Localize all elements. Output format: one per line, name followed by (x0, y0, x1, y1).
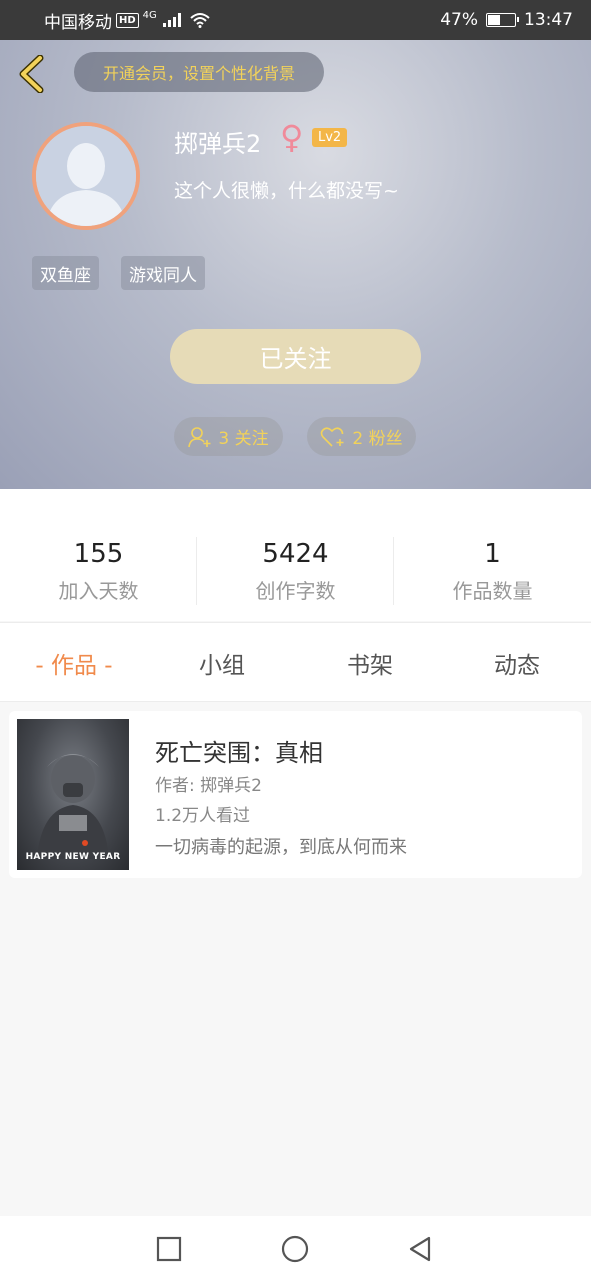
system-back-button[interactable] (405, 1234, 435, 1264)
work-views: 1.2万人看过 (155, 806, 251, 826)
stat-value: 1 (484, 539, 501, 569)
stat-value: 155 (73, 539, 124, 569)
following-count-label: 3 关注 (218, 429, 269, 449)
system-nav-bar (0, 1216, 591, 1280)
square-icon (156, 1236, 182, 1262)
username: 掷弹兵2 (174, 130, 262, 158)
tag-zodiac[interactable]: 双鱼座 (32, 256, 99, 290)
vip-background-button[interactable]: 开通会员，设置个性化背景 (74, 52, 324, 92)
stat-works-count: 1 作品数量 (394, 539, 591, 604)
chevron-left-icon (19, 55, 44, 93)
followed-button[interactable]: 已关注 (170, 329, 421, 384)
home-button[interactable] (280, 1234, 310, 1264)
level-badge: Lv2 (312, 128, 348, 147)
signal-icon (162, 13, 181, 27)
stat-label: 作品数量 (452, 579, 533, 603)
tab-works[interactable]: - 作品 - (14, 623, 134, 703)
user-bio: 这个人很懒，什么都没写~ (174, 180, 399, 202)
triangle-back-icon (409, 1236, 431, 1262)
work-description: 一切病毒的起源，到底从何而来 (155, 837, 407, 858)
wifi-icon (190, 13, 210, 28)
work-title[interactable]: 死亡突围：真相 (155, 733, 323, 768)
heart-add-icon (321, 426, 344, 447)
status-right: 47% 13:47 (440, 10, 573, 30)
circle-icon (281, 1235, 309, 1263)
cover-caption: HAPPY NEW YEAR (25, 852, 121, 862)
following-count-button[interactable]: 3 关注 (174, 417, 283, 456)
tab-activity[interactable]: 动态 (457, 623, 577, 703)
tab-bookshelf[interactable]: 书架 (310, 623, 430, 703)
profile-tabs: - 作品 - 小组 书架 动态 (0, 622, 591, 702)
status-bar: 中国移动 HD 4G 47% 13:47 (0, 0, 591, 40)
hd-badge: HD (116, 12, 139, 28)
work-author: 作者: 掷弹兵2 (155, 776, 262, 796)
carrier-name: 中国移动 (44, 12, 112, 33)
stat-label: 创作字数 (255, 579, 336, 603)
work-card[interactable]: HAPPY NEW YEAR 死亡突围：真相 作者: 掷弹兵2 1.2万人看过 … (9, 711, 582, 878)
stat-days-joined: 155 加入天数 (0, 539, 197, 604)
status-left: 中国移动 HD 4G (44, 8, 211, 33)
stat-word-count: 5424 创作字数 (197, 539, 394, 604)
battery-percent: 47% (440, 10, 478, 30)
stat-label: 加入天数 (58, 579, 139, 603)
female-gender-icon: ♀ (280, 118, 304, 156)
fans-count-button[interactable]: 2 粉丝 (307, 417, 416, 456)
fans-count-label: 2 粉丝 (352, 429, 403, 449)
work-cover[interactable]: HAPPY NEW YEAR (17, 719, 129, 870)
network-type: 4G (142, 9, 157, 21)
stat-value: 5424 (262, 539, 329, 569)
cover-illustration (37, 754, 109, 859)
default-avatar-icon (36, 126, 136, 226)
profile-header: 开通会员，设置个性化背景 掷弹兵2 ♀ Lv2 这个人很懒，什么都没写~ 双鱼座… (0, 40, 591, 489)
user-add-icon (188, 426, 211, 447)
profile-stats: 155 加入天数 5424 创作字数 1 作品数量 (0, 489, 591, 621)
battery-icon (486, 13, 519, 27)
recent-apps-button[interactable] (154, 1234, 184, 1264)
tab-group[interactable]: 小组 (162, 623, 282, 703)
tag-interest[interactable]: 游戏同人 (121, 256, 205, 290)
avatar[interactable] (32, 122, 140, 230)
clock: 13:47 (524, 10, 573, 30)
back-button[interactable] (14, 54, 48, 94)
